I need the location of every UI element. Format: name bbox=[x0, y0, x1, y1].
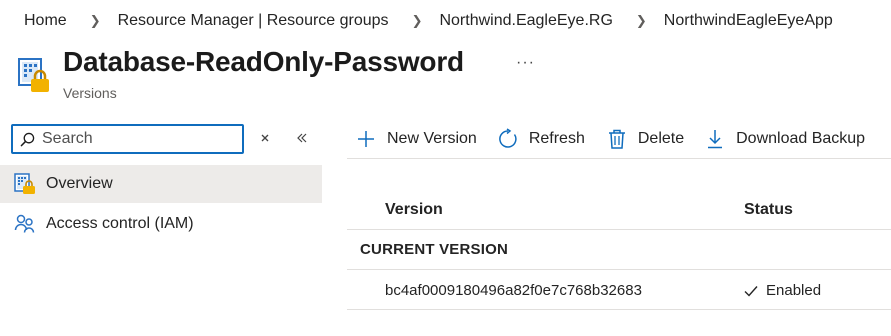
download-backup-button[interactable]: Download Backup bbox=[704, 128, 865, 150]
toolbar-divider bbox=[347, 158, 891, 159]
command-bar: New Version Refresh Delete Download Back… bbox=[355, 124, 865, 154]
delete-label: Delete bbox=[637, 130, 685, 147]
download-icon bbox=[708, 130, 723, 149]
chevron-right-icon: ❯ bbox=[635, 13, 647, 28]
more-options-button[interactable]: ··· bbox=[516, 54, 535, 72]
search-input[interactable] bbox=[42, 130, 232, 148]
delete-button[interactable]: Delete bbox=[606, 128, 684, 150]
plus-icon bbox=[358, 131, 374, 147]
refresh-icon bbox=[499, 128, 517, 148]
table-row[interactable]: bc4af0009180496a82f0e7c768b32683 Enabled bbox=[347, 270, 891, 310]
breadcrumb: Home ❯ Resource Manager | Resource group… bbox=[24, 12, 833, 30]
column-header-version[interactable]: Version bbox=[385, 201, 443, 219]
breadcrumb-key-vault[interactable]: NorthwindEagleEyeApp bbox=[664, 12, 833, 30]
refresh-button[interactable]: Refresh bbox=[497, 128, 585, 150]
sidebar-item-label: Access control (IAM) bbox=[46, 215, 194, 232]
versions-table: Version Status CURRENT VERSION bc4af0009… bbox=[347, 190, 891, 310]
trash-icon bbox=[608, 129, 625, 149]
key-vault-secret-icon bbox=[18, 58, 49, 92]
page-subtitle: Versions bbox=[63, 85, 117, 101]
group-header-label: CURRENT VERSION bbox=[360, 241, 509, 258]
people-icon bbox=[14, 213, 36, 235]
clear-search-icon[interactable] bbox=[258, 131, 272, 145]
refresh-label: Refresh bbox=[528, 130, 585, 147]
status-cell: Enabled bbox=[743, 282, 821, 299]
chevron-right-icon: ❯ bbox=[89, 13, 101, 28]
sidebar-item-access-control[interactable]: Access control (IAM) bbox=[0, 205, 322, 243]
status-text: Enabled bbox=[766, 282, 822, 299]
page-title: Database-ReadOnly-Password bbox=[63, 46, 464, 77]
sidebar-item-overview[interactable]: Overview bbox=[0, 165, 322, 203]
version-id-link[interactable]: bc4af0009180496a82f0e7c768b32683 bbox=[385, 282, 642, 299]
download-backup-label: Download Backup bbox=[736, 130, 866, 147]
checkmark-icon bbox=[744, 285, 758, 297]
group-header-current-version: CURRENT VERSION bbox=[347, 230, 891, 270]
chevron-right-icon: ❯ bbox=[411, 13, 423, 28]
sidebar-item-label: Overview bbox=[46, 175, 113, 192]
search-icon bbox=[20, 132, 35, 146]
secret-icon bbox=[14, 173, 36, 195]
new-version-label: New Version bbox=[387, 130, 477, 147]
breadcrumb-home[interactable]: Home bbox=[24, 12, 67, 30]
new-version-button[interactable]: New Version bbox=[355, 128, 477, 150]
breadcrumb-resource-group[interactable]: Northwind.EagleEye.RG bbox=[439, 12, 612, 30]
sidebar-search bbox=[11, 124, 244, 154]
breadcrumb-resource-groups[interactable]: Resource Manager | Resource groups bbox=[118, 12, 389, 30]
table-header-row: Version Status bbox=[347, 190, 891, 230]
column-header-status[interactable]: Status bbox=[744, 201, 793, 219]
collapse-sidebar-icon[interactable] bbox=[294, 130, 310, 146]
